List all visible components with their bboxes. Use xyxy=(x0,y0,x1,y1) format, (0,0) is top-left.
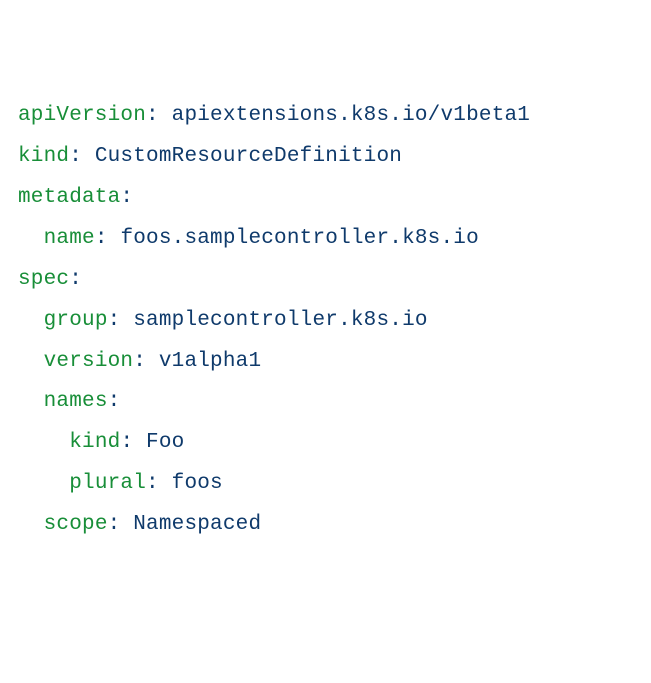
yaml-sep: : xyxy=(146,472,172,495)
yaml-sep: : xyxy=(69,145,95,168)
yaml-value: apiextensions.k8s.io/v1beta1 xyxy=(172,104,530,127)
yaml-line: name: foos.samplecontroller.k8s.io xyxy=(18,227,479,250)
yaml-sep: : xyxy=(69,268,82,291)
yaml-indent xyxy=(18,309,44,332)
yaml-value: CustomResourceDefinition xyxy=(95,145,402,168)
yaml-key: apiVersion xyxy=(18,104,146,127)
yaml-indent xyxy=(18,472,69,495)
yaml-key: name xyxy=(44,227,95,250)
yaml-key: spec xyxy=(18,268,69,291)
yaml-sep: : xyxy=(108,309,134,332)
yaml-line: plural: foos xyxy=(18,472,223,495)
yaml-indent xyxy=(18,390,44,413)
yaml-indent xyxy=(18,431,69,454)
yaml-line: metadata: xyxy=(18,186,133,209)
yaml-value: Foo xyxy=(146,431,184,454)
yaml-sep: : xyxy=(146,104,172,127)
yaml-value: foos xyxy=(172,472,223,495)
yaml-value: foos.samplecontroller.k8s.io xyxy=(120,227,478,250)
yaml-key: version xyxy=(44,350,134,373)
yaml-sep: : xyxy=(108,390,121,413)
yaml-line: names: xyxy=(18,390,120,413)
yaml-key: kind xyxy=(69,431,120,454)
yaml-indent xyxy=(18,350,44,373)
yaml-sep: : xyxy=(133,350,159,373)
yaml-sep: : xyxy=(120,431,146,454)
yaml-line: apiVersion: apiextensions.k8s.io/v1beta1 xyxy=(18,104,530,127)
yaml-line: kind: CustomResourceDefinition xyxy=(18,145,402,168)
yaml-key: kind xyxy=(18,145,69,168)
yaml-value: samplecontroller.k8s.io xyxy=(133,309,427,332)
yaml-key: plural xyxy=(69,472,146,495)
yaml-value: v1alpha1 xyxy=(159,350,261,373)
yaml-line: spec: xyxy=(18,268,82,291)
yaml-line: group: samplecontroller.k8s.io xyxy=(18,309,428,332)
yaml-line: version: v1alpha1 xyxy=(18,350,261,373)
yaml-sep: : xyxy=(120,186,133,209)
yaml-code-block: apiVersion: apiextensions.k8s.io/v1beta1… xyxy=(18,96,633,546)
yaml-key: metadata xyxy=(18,186,120,209)
yaml-sep: : xyxy=(95,227,121,250)
yaml-line: kind: Foo xyxy=(18,431,184,454)
yaml-indent xyxy=(18,227,44,250)
yaml-key: group xyxy=(44,309,108,332)
yaml-key: names xyxy=(44,390,108,413)
